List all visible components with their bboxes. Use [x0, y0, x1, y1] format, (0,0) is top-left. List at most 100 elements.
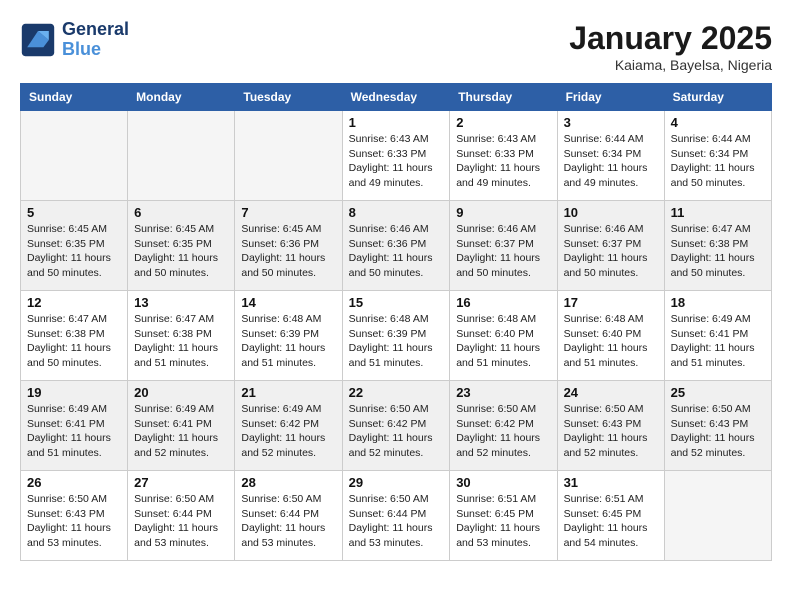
logo-text: General Blue [62, 20, 129, 60]
day-number: 1 [349, 115, 444, 130]
calendar-cell: 24 Sunrise: 6:50 AM Sunset: 6:43 PM Dayli… [557, 381, 664, 471]
day-info: Sunrise: 6:43 AM Sunset: 6:33 PM Dayligh… [456, 132, 550, 191]
calendar-cell: 29Sunrise: 6:50 AM Sunset: 6:44 PM Dayli… [342, 471, 450, 561]
day-info: Sunrise: 6:48 AM Sunset: 6:40 PM Dayligh… [564, 312, 658, 371]
day-info: Sunrise: 6:50 AM Sunset: 6:44 PM Dayligh… [241, 492, 335, 551]
calendar-cell: 5Sunrise: 6:45 AM Sunset: 6:35 PM Daylig… [21, 201, 128, 291]
calendar-cell: 19 Sunrise: 6:49 AM Sunset: 6:41 PM Dayli… [21, 381, 128, 471]
day-number: 17 [564, 295, 658, 310]
day-number: 9 [456, 205, 550, 220]
day-number: 30 [456, 475, 550, 490]
day-info: Sunrise: 6:45 AM Sunset: 6:36 PM Dayligh… [241, 222, 335, 281]
calendar-cell [21, 111, 128, 201]
day-number: 3 [564, 115, 658, 130]
day-info: Sunrise: 6:50 AM Sunset: 6:43 PM Dayligh… [671, 402, 765, 461]
calendar-cell: 2 Sunrise: 6:43 AM Sunset: 6:33 PM Daylig… [450, 111, 557, 201]
day-info: Sunrise: 6:49 AM Sunset: 6:42 PM Dayligh… [241, 402, 335, 461]
day-number: 26 [27, 475, 121, 490]
day-number: 11 [671, 205, 765, 220]
day-info: Sunrise: 6:45 AM Sunset: 6:35 PM Dayligh… [134, 222, 228, 281]
calendar-cell: 27 Sunrise: 6:50 AM Sunset: 6:44 PM Dayli… [128, 471, 235, 561]
day-number: 25 [671, 385, 765, 400]
weekday-header-monday: Monday [128, 84, 235, 111]
day-number: 7 [241, 205, 335, 220]
day-info: Sunrise: 6:46 AM Sunset: 6:37 PM Dayligh… [456, 222, 550, 281]
calendar-cell: 16 Sunrise: 6:48 AM Sunset: 6:40 PM Dayli… [450, 291, 557, 381]
weekday-header-sunday: Sunday [21, 84, 128, 111]
day-number: 27 [134, 475, 228, 490]
calendar-cell: 28Sunrise: 6:50 AM Sunset: 6:44 PM Dayli… [235, 471, 342, 561]
calendar-week-row: 26 Sunrise: 6:50 AM Sunset: 6:43 PM Dayli… [21, 471, 772, 561]
calendar-cell: 31Sunrise: 6:51 AM Sunset: 6:45 PM Dayli… [557, 471, 664, 561]
location: Kaiama, Bayelsa, Nigeria [569, 57, 772, 73]
weekday-header-row: SundayMondayTuesdayWednesdayThursdayFrid… [21, 84, 772, 111]
calendar-cell: 6 Sunrise: 6:45 AM Sunset: 6:35 PM Daylig… [128, 201, 235, 291]
day-number: 31 [564, 475, 658, 490]
day-number: 6 [134, 205, 228, 220]
day-info: Sunrise: 6:47 AM Sunset: 6:38 PM Dayligh… [27, 312, 121, 371]
day-number: 5 [27, 205, 121, 220]
day-number: 16 [456, 295, 550, 310]
day-number: 13 [134, 295, 228, 310]
calendar-cell: 14 Sunrise: 6:48 AM Sunset: 6:39 PM Dayli… [235, 291, 342, 381]
day-info: Sunrise: 6:50 AM Sunset: 6:43 PM Dayligh… [564, 402, 658, 461]
day-info: Sunrise: 6:43 AM Sunset: 6:33 PM Dayligh… [349, 132, 444, 191]
calendar-cell: 30 Sunrise: 6:51 AM Sunset: 6:45 PM Dayli… [450, 471, 557, 561]
day-info: Sunrise: 6:50 AM Sunset: 6:43 PM Dayligh… [27, 492, 121, 551]
day-number: 24 [564, 385, 658, 400]
calendar-cell: 17 Sunrise: 6:48 AM Sunset: 6:40 PM Dayli… [557, 291, 664, 381]
day-info: Sunrise: 6:49 AM Sunset: 6:41 PM Dayligh… [671, 312, 765, 371]
day-info: Sunrise: 6:48 AM Sunset: 6:39 PM Dayligh… [241, 312, 335, 371]
calendar-cell: 4 Sunrise: 6:44 AM Sunset: 6:34 PM Daylig… [664, 111, 771, 201]
calendar-week-row: 1 Sunrise: 6:43 AM Sunset: 6:33 PM Daylig… [21, 111, 772, 201]
calendar-cell: 25 Sunrise: 6:50 AM Sunset: 6:43 PM Dayli… [664, 381, 771, 471]
calendar-cell: 10Sunrise: 6:46 AM Sunset: 6:37 PM Dayli… [557, 201, 664, 291]
calendar-cell [235, 111, 342, 201]
day-number: 18 [671, 295, 765, 310]
weekday-header-tuesday: Tuesday [235, 84, 342, 111]
page-header: General Blue January 2025 Kaiama, Bayels… [20, 20, 772, 73]
day-info: Sunrise: 6:44 AM Sunset: 6:34 PM Dayligh… [564, 132, 658, 191]
day-info: Sunrise: 6:51 AM Sunset: 6:45 PM Dayligh… [456, 492, 550, 551]
weekday-header-friday: Friday [557, 84, 664, 111]
day-info: Sunrise: 6:46 AM Sunset: 6:37 PM Dayligh… [564, 222, 658, 281]
weekday-header-wednesday: Wednesday [342, 84, 450, 111]
day-info: Sunrise: 6:50 AM Sunset: 6:44 PM Dayligh… [134, 492, 228, 551]
day-info: Sunrise: 6:49 AM Sunset: 6:41 PM Dayligh… [27, 402, 121, 461]
day-number: 21 [241, 385, 335, 400]
day-number: 12 [27, 295, 121, 310]
day-info: Sunrise: 6:47 AM Sunset: 6:38 PM Dayligh… [671, 222, 765, 281]
day-number: 14 [241, 295, 335, 310]
calendar-cell: 7 Sunrise: 6:45 AM Sunset: 6:36 PM Daylig… [235, 201, 342, 291]
day-info: Sunrise: 6:48 AM Sunset: 6:40 PM Dayligh… [456, 312, 550, 371]
day-number: 20 [134, 385, 228, 400]
calendar-cell: 26 Sunrise: 6:50 AM Sunset: 6:43 PM Dayli… [21, 471, 128, 561]
day-info: Sunrise: 6:49 AM Sunset: 6:41 PM Dayligh… [134, 402, 228, 461]
calendar-week-row: 12 Sunrise: 6:47 AM Sunset: 6:38 PM Dayli… [21, 291, 772, 381]
day-number: 22 [349, 385, 444, 400]
calendar-cell: 21 Sunrise: 6:49 AM Sunset: 6:42 PM Dayli… [235, 381, 342, 471]
day-number: 2 [456, 115, 550, 130]
day-number: 19 [27, 385, 121, 400]
calendar-cell: 23 Sunrise: 6:50 AM Sunset: 6:42 PM Dayli… [450, 381, 557, 471]
day-number: 23 [456, 385, 550, 400]
calendar-cell: 12 Sunrise: 6:47 AM Sunset: 6:38 PM Dayli… [21, 291, 128, 381]
day-info: Sunrise: 6:44 AM Sunset: 6:34 PM Dayligh… [671, 132, 765, 191]
calendar-week-row: 19 Sunrise: 6:49 AM Sunset: 6:41 PM Dayli… [21, 381, 772, 471]
day-number: 8 [349, 205, 444, 220]
day-info: Sunrise: 6:46 AM Sunset: 6:36 PM Dayligh… [349, 222, 444, 281]
day-number: 4 [671, 115, 765, 130]
calendar-cell: 8 Sunrise: 6:46 AM Sunset: 6:36 PM Daylig… [342, 201, 450, 291]
title-block: January 2025 Kaiama, Bayelsa, Nigeria [569, 20, 772, 73]
calendar-cell: 3 Sunrise: 6:44 AM Sunset: 6:34 PM Daylig… [557, 111, 664, 201]
day-info: Sunrise: 6:47 AM Sunset: 6:38 PM Dayligh… [134, 312, 228, 371]
calendar-cell: 20 Sunrise: 6:49 AM Sunset: 6:41 PM Dayli… [128, 381, 235, 471]
day-info: Sunrise: 6:50 AM Sunset: 6:42 PM Dayligh… [349, 402, 444, 461]
weekday-header-saturday: Saturday [664, 84, 771, 111]
day-info: Sunrise: 6:50 AM Sunset: 6:44 PM Dayligh… [349, 492, 444, 551]
calendar-cell [128, 111, 235, 201]
logo: General Blue [20, 20, 129, 60]
calendar-cell: 13 Sunrise: 6:47 AM Sunset: 6:38 PM Dayli… [128, 291, 235, 381]
day-info: Sunrise: 6:50 AM Sunset: 6:42 PM Dayligh… [456, 402, 550, 461]
month-title: January 2025 [569, 20, 772, 57]
